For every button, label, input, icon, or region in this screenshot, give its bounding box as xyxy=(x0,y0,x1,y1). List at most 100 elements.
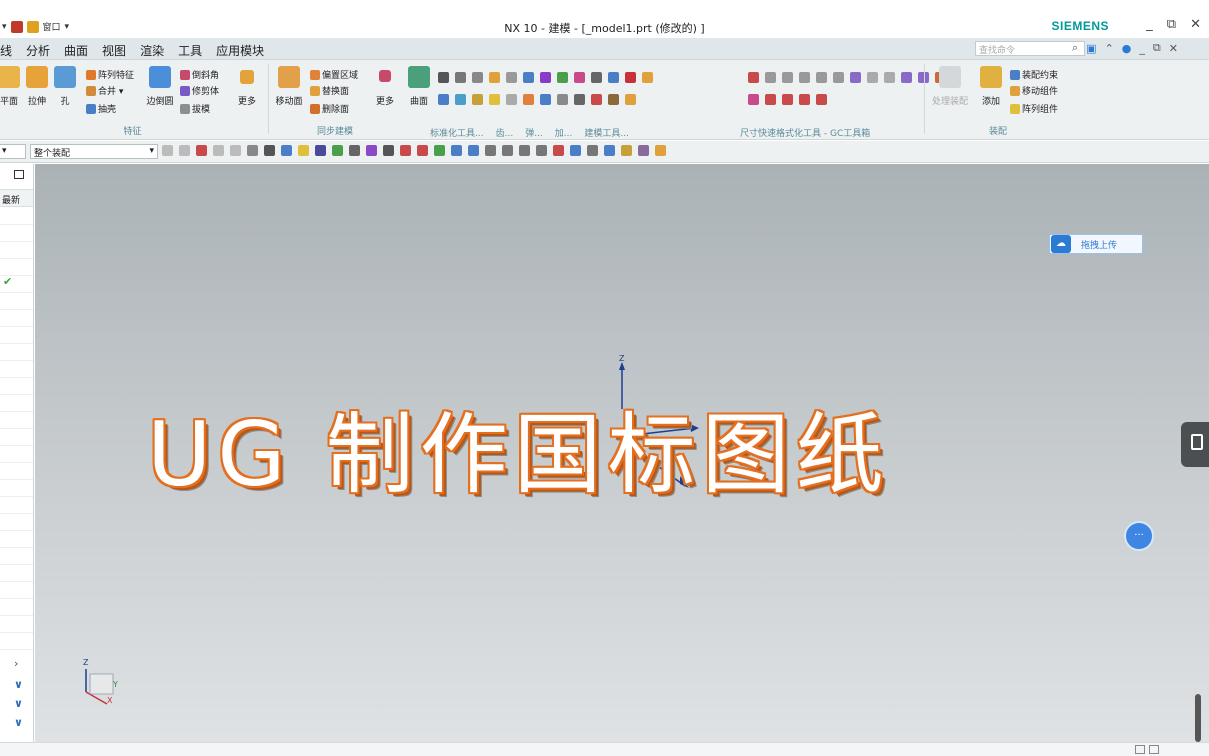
tool-icon[interactable] xyxy=(608,72,619,83)
tool-icon[interactable] xyxy=(536,145,547,156)
chamfer-button[interactable]: 倒斜角 xyxy=(180,68,219,81)
edge-blend-button[interactable]: 边倒圆 xyxy=(144,66,176,107)
expand-icon[interactable]: ⌃ xyxy=(1105,42,1114,55)
extrude-button[interactable]: 拉伸 xyxy=(22,66,52,107)
tool-icon[interactable] xyxy=(557,72,568,83)
list-item[interactable] xyxy=(0,616,33,633)
tool-icon[interactable] xyxy=(468,145,479,156)
menu-item[interactable]: 线 xyxy=(0,42,12,59)
list-item[interactable] xyxy=(0,344,33,361)
list-item[interactable] xyxy=(0,582,33,599)
tool-icon[interactable] xyxy=(455,72,466,83)
list-item[interactable] xyxy=(0,412,33,429)
tool-icon[interactable] xyxy=(523,94,534,105)
more-sync-button[interactable]: 更多 xyxy=(370,66,400,107)
tool-icon[interactable] xyxy=(621,145,632,156)
tool-icon[interactable] xyxy=(816,72,827,83)
list-item[interactable] xyxy=(0,378,33,395)
menu-item[interactable]: 视图 xyxy=(102,42,126,59)
tool-icon[interactable] xyxy=(655,145,666,156)
tool-icon[interactable] xyxy=(264,145,275,156)
tool-icon[interactable] xyxy=(489,94,500,105)
list-item[interactable] xyxy=(0,463,33,480)
menu-item[interactable]: 工具 xyxy=(178,42,202,59)
offset-region-button[interactable]: 偏置区域 xyxy=(310,68,358,81)
tool-icon[interactable] xyxy=(570,145,581,156)
role-icon[interactable]: ▣ xyxy=(1086,42,1096,55)
restore-button[interactable]: ⧉ xyxy=(1167,17,1176,32)
list-item[interactable] xyxy=(0,327,33,344)
tool-icon[interactable] xyxy=(179,145,190,156)
list-item[interactable] xyxy=(0,531,33,548)
menu-item[interactable]: 分析 xyxy=(26,42,50,59)
datum-plane-button[interactable]: 平面 xyxy=(0,66,24,107)
tool-icon[interactable] xyxy=(502,145,513,156)
tool-icon[interactable] xyxy=(540,94,551,105)
scroll-indicator[interactable] xyxy=(1195,694,1201,742)
list-item[interactable] xyxy=(0,480,33,497)
list-item[interactable] xyxy=(0,446,33,463)
trim-body-button[interactable]: 修剪体 xyxy=(180,84,219,97)
move-component-button[interactable]: 移动组件 xyxy=(1010,84,1058,97)
graphics-viewport[interactable]: Z X Z X Y UG 制作国标图纸 ☁ 拖拽上传 ··· xyxy=(35,164,1209,742)
tool-icon[interactable] xyxy=(782,94,793,105)
side-panel-tab[interactable] xyxy=(1181,422,1209,467)
tool-icon[interactable] xyxy=(298,145,309,156)
tool-icon[interactable] xyxy=(472,72,483,83)
list-item[interactable] xyxy=(0,599,33,616)
tool-icon[interactable] xyxy=(799,72,810,83)
list-item[interactable] xyxy=(0,633,33,650)
list-item[interactable] xyxy=(0,361,33,378)
draft-button[interactable]: 拔模 xyxy=(180,102,210,115)
command-search-input[interactable]: 查找命令 xyxy=(975,41,1085,56)
tool-icon[interactable] xyxy=(281,145,292,156)
assembly-constraint-button[interactable]: 装配约束 xyxy=(1010,68,1058,81)
tool-icon[interactable] xyxy=(553,145,564,156)
modeling-tools-label[interactable]: 建模工具... xyxy=(584,126,629,139)
tool-icon[interactable] xyxy=(455,94,466,105)
tool-icon[interactable] xyxy=(540,72,551,83)
gc-toolbox-label[interactable]: 尺寸快速格式化工具 - GC工具箱 xyxy=(740,126,870,139)
tool-icon[interactable] xyxy=(901,72,912,83)
replace-face-button[interactable]: 替换面 xyxy=(310,84,349,97)
list-item[interactable] xyxy=(0,514,33,531)
tool-icon[interactable] xyxy=(519,145,530,156)
status-icon[interactable] xyxy=(1135,745,1145,754)
window-icon[interactable] xyxy=(14,170,24,179)
tool-icon[interactable] xyxy=(438,94,449,105)
list-item[interactable] xyxy=(0,293,33,310)
add-tools-label[interactable]: 加... xyxy=(555,126,573,139)
tool-icon[interactable] xyxy=(604,145,615,156)
tool-icon[interactable] xyxy=(833,72,844,83)
tool-icon[interactable] xyxy=(349,145,360,156)
tool-icon[interactable] xyxy=(489,72,500,83)
gear-tools-label[interactable]: 齿... xyxy=(496,126,514,139)
tool-icon[interactable] xyxy=(162,145,173,156)
tool-icon[interactable] xyxy=(438,72,449,83)
tool-icon[interactable] xyxy=(506,72,517,83)
list-item[interactable] xyxy=(0,548,33,565)
process-assembly-button[interactable]: 处理装配 xyxy=(930,66,970,107)
tool-icon[interactable] xyxy=(366,145,377,156)
tool-icon[interactable] xyxy=(642,72,653,83)
tool-icon[interactable] xyxy=(400,145,411,156)
tool-icon[interactable] xyxy=(230,145,241,156)
tool-icon[interactable] xyxy=(625,72,636,83)
chevron-down-icon[interactable]: ∨ xyxy=(14,697,23,710)
tool-icon[interactable] xyxy=(506,94,517,105)
surface-button[interactable]: 曲面 xyxy=(404,66,434,107)
list-item[interactable] xyxy=(0,242,33,259)
tool-icon[interactable] xyxy=(315,145,326,156)
tool-icon[interactable] xyxy=(332,145,343,156)
pattern-feature-button[interactable]: 阵列特征 xyxy=(86,68,134,81)
tool-icon[interactable] xyxy=(574,72,585,83)
standard-tools-label[interactable]: 标准化工具... xyxy=(430,126,484,139)
tool-icon[interactable] xyxy=(247,145,258,156)
tool-icon[interactable] xyxy=(383,145,394,156)
column-header-latest[interactable]: 最新 xyxy=(0,189,33,207)
hole-button[interactable]: 孔 xyxy=(50,66,80,107)
add-component-button[interactable]: 添加 xyxy=(976,66,1006,107)
search-icon[interactable]: ⌕ xyxy=(1072,41,1078,55)
floating-assistant-button[interactable]: ··· xyxy=(1124,521,1154,551)
tool-icon[interactable] xyxy=(485,145,496,156)
